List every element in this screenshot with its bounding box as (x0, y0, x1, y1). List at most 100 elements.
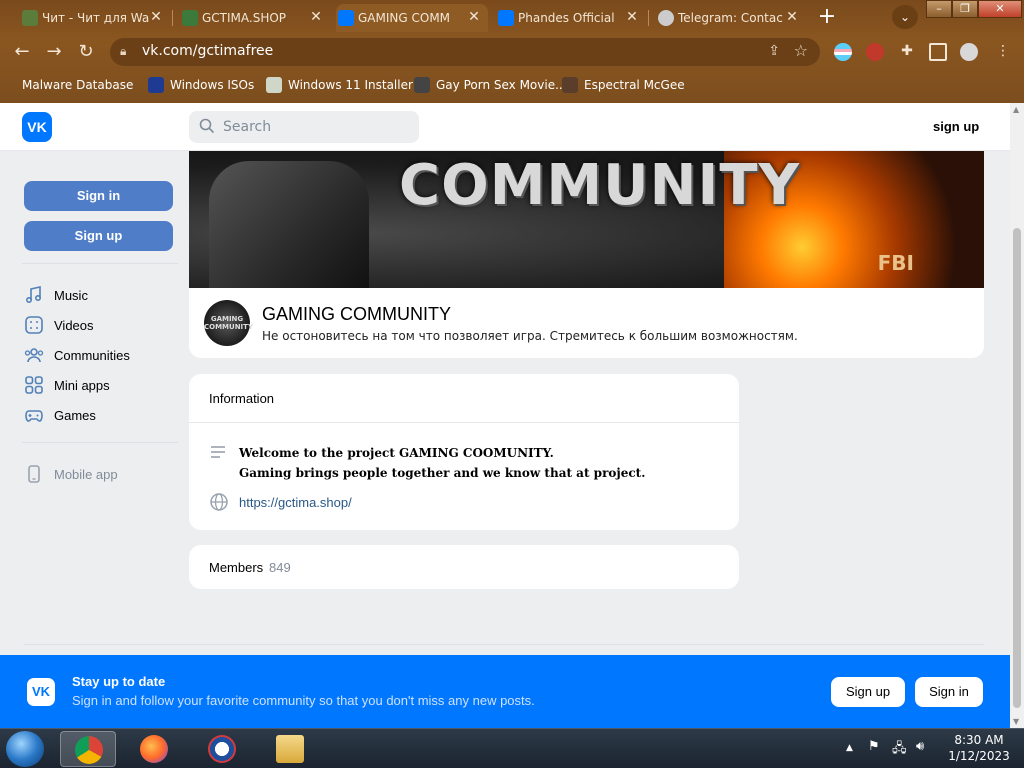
videos-icon (25, 316, 43, 334)
sidebar-item-games[interactable]: Games (24, 400, 180, 430)
tab-close-icon[interactable]: ✕ (466, 9, 482, 25)
sign-up-button[interactable]: Sign up (24, 221, 173, 251)
community-description: Welcome to the project GAMING COOMUNITY.… (239, 443, 645, 483)
bookmark-star-icon[interactable]: ☆ (794, 41, 808, 60)
sidebar-item-label: Games (54, 407, 96, 423)
chrome-icon (75, 736, 103, 764)
globe-icon (210, 493, 228, 511)
extensions-puzzle-icon[interactable]: ✚ (898, 43, 916, 61)
browser-chrome: Чит - Чит для Wa ✕ GCTIMA.SHOP ✕ GAMING … (0, 0, 1024, 103)
scroll-up-arrow-icon[interactable]: ▲ (1013, 105, 1019, 114)
community-avatar[interactable]: GAMING COMMUNITY (204, 300, 253, 346)
banner-sign-up-button[interactable]: Sign up (831, 677, 905, 707)
scroll-down-arrow-icon[interactable]: ▼ (1013, 717, 1019, 726)
sidebar-item-music[interactable]: Music (24, 280, 180, 310)
tab-phandes-official[interactable]: Phandes Official ✕ (496, 4, 646, 32)
extension-avatar-icon[interactable] (866, 43, 884, 61)
members-label: Members (209, 560, 264, 575)
menu-kebab-icon[interactable]: ⋮ (994, 43, 1012, 61)
taskbar-file-explorer[interactable] (262, 731, 318, 767)
sidebar-item-mini-apps[interactable]: Mini apps (24, 370, 180, 400)
community-status: Не остоновитесь на том что позволяет игр… (262, 329, 798, 343)
volume-icon[interactable]: 🔊︎ (916, 739, 924, 754)
campaign-logo-icon (208, 735, 236, 763)
back-arrow-icon[interactable]: ← (10, 40, 34, 64)
sidebar-item-label: Communities (54, 347, 130, 363)
reload-icon[interactable]: ↻ (74, 40, 98, 64)
bookmark-label: Malware Database (22, 78, 134, 92)
bookmark-espectral-mcgee[interactable]: Espectral McGee (562, 76, 685, 94)
bookmarks-bar: Malware Database Windows ISOs Windows 11… (0, 72, 1024, 98)
sidebar-item-label: Mobile app (54, 466, 118, 482)
sidebar-item-label: Music (54, 287, 88, 303)
bookmark-label: Windows ISOs (170, 78, 255, 92)
tab-close-icon[interactable]: ✕ (148, 9, 164, 25)
extension-flag-icon[interactable] (834, 43, 852, 61)
bookmark-label: Gay Porn Sex Movie... (436, 78, 567, 92)
communities-icon (24, 348, 44, 363)
share-icon[interactable]: ⇪ (768, 43, 780, 59)
sign-in-button[interactable]: Sign in (24, 181, 173, 211)
url-text: vk.com/gctimafree (142, 43, 274, 59)
page-scrollbar[interactable]: ▲ ▼ (1010, 103, 1024, 728)
banner-sign-in-button[interactable]: Sign in (915, 677, 983, 707)
bookmark-adult-site[interactable]: Gay Porn Sex Movie... (414, 76, 567, 94)
forward-arrow-icon[interactable]: → (42, 40, 66, 64)
nav-divider (22, 263, 178, 264)
tab-search-chevron-icon[interactable]: ⌄ (892, 5, 918, 29)
action-center-flag-icon[interactable]: ⚑ (868, 739, 880, 754)
tab-close-icon[interactable]: ✕ (308, 9, 324, 25)
tab-close-icon[interactable]: ✕ (624, 9, 640, 25)
minimize-button[interactable]: – (926, 0, 952, 18)
bookmark-windows-11-installer[interactable]: Windows 11 Installer (266, 76, 413, 94)
taskbar-chrome[interactable] (60, 731, 116, 767)
start-button[interactable] (6, 731, 44, 767)
maximize-button[interactable]: ❐ (952, 0, 978, 18)
header-sign-up-link[interactable]: sign up (933, 119, 979, 134)
new-tab-plus-icon[interactable]: + (815, 6, 839, 30)
side-panel-icon[interactable] (929, 43, 947, 61)
nav-divider (22, 442, 178, 443)
description-lines-icon (211, 446, 225, 458)
page-thumbnail-icon (266, 77, 282, 93)
tab-chit[interactable]: Чит - Чит для Wa ✕ (20, 4, 170, 32)
search-placeholder: Search (223, 119, 272, 135)
vk-logo[interactable]: VK (22, 112, 52, 142)
clock-time: 8:30 AM (954, 733, 1004, 747)
vk-header: VK Search sign up (0, 103, 1010, 151)
tab-gctima-shop[interactable]: GCTIMA.SHOP ✕ (180, 4, 330, 32)
sidebar-item-mobile-app[interactable]: Mobile app (24, 459, 180, 489)
profile-icon[interactable] (960, 43, 978, 61)
folder-icon (276, 735, 304, 763)
network-icon[interactable]: 🖧︎ (892, 739, 907, 761)
bookmark-windows-isos[interactable]: Windows ISOs (148, 76, 254, 94)
lock-icon: 🔒︎ (120, 44, 127, 58)
games-icon (25, 410, 43, 422)
bookmark-malware-database[interactable]: Malware Database (16, 76, 133, 94)
tab-gaming-community[interactable]: GAMING COMM ✕ (336, 4, 488, 32)
scrollbar-thumb[interactable] (1013, 228, 1021, 708)
character-favicon-icon (562, 77, 578, 93)
tab-telegram[interactable]: Telegram: Contac ✕ (656, 4, 806, 32)
system-clock[interactable]: 8:30 AM 1/12/2023 (944, 732, 1014, 764)
website-link[interactable]: https://gctima.shop/ (239, 495, 352, 510)
members-card[interactable]: Members 849 (189, 545, 739, 589)
tab-bar: Чит - Чит для Wa ✕ GCTIMA.SHOP ✕ GAMING … (0, 0, 1024, 34)
tray-expand-arrow-icon[interactable]: ▲ (846, 743, 853, 753)
taskbar-firefox[interactable] (126, 731, 182, 767)
vk-favicon-icon (498, 10, 514, 26)
vk-page: VK Search sign up Sign in Sign up Music (0, 103, 1010, 728)
close-window-button[interactable]: ✕ (978, 0, 1022, 18)
description-line: Welcome to the project GAMING COOMUNITY. (239, 446, 554, 460)
vk-favicon-icon (338, 10, 354, 26)
tab-close-icon[interactable]: ✕ (784, 9, 800, 25)
sidebar-item-communities[interactable]: Communities (24, 340, 180, 370)
taskbar-obama-app[interactable] (194, 731, 250, 767)
tab-label: Telegram: Contac (678, 11, 783, 25)
address-bar[interactable]: 🔒︎ vk.com/gctimafree ⇪ ☆ (110, 38, 820, 66)
sidebar-item-videos[interactable]: Videos (24, 310, 180, 340)
information-card: Information Welcome to the project GAMIN… (189, 374, 739, 530)
card-divider (189, 422, 739, 423)
search-input[interactable]: Search (189, 111, 419, 143)
community-cover-image: COMMUNITY FBI (189, 151, 984, 288)
